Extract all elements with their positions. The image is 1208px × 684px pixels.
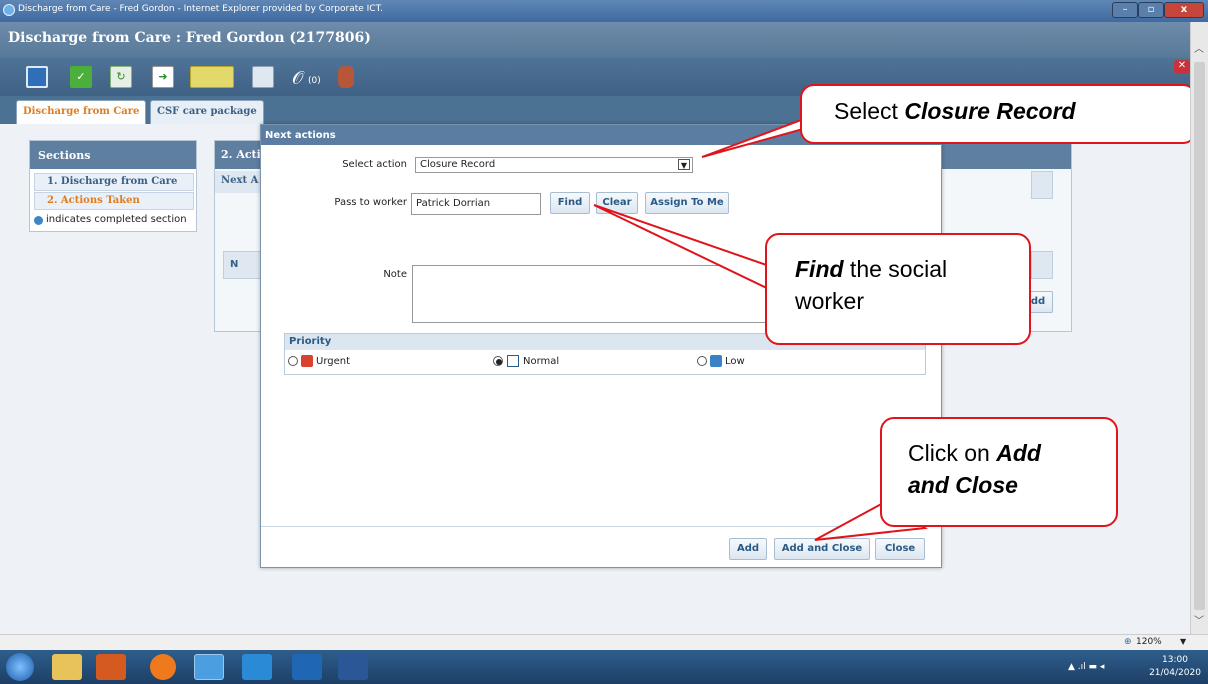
zoom-icon[interactable]: ⊕ — [1124, 637, 1132, 647]
status-bar: ⊕ 120% ▼ — [0, 634, 1208, 650]
find-callout-pointer — [593, 204, 776, 294]
skype-icon[interactable] — [242, 654, 272, 680]
office-icon[interactable] — [96, 654, 126, 680]
callout-find-bold: Find — [795, 256, 844, 282]
scrollbar-thumb[interactable] — [1194, 62, 1205, 610]
outlook-icon[interactable] — [292, 654, 322, 680]
find-social-worker-callout: Find the social worker — [765, 233, 1031, 345]
clock-date: 21/04/2020 — [1149, 668, 1201, 678]
scroll-down-icon[interactable]: ﹀ — [1194, 612, 1204, 627]
callout-select-text: Select — [834, 98, 905, 124]
callout-click-bold-1: Add — [996, 440, 1041, 466]
zoom-level[interactable]: 120% — [1136, 637, 1162, 647]
callout-click-text: Click on — [908, 440, 997, 466]
firefox-icon[interactable] — [150, 654, 176, 680]
internet-explorer-taskbar-icon[interactable] — [194, 654, 224, 680]
word-icon[interactable] — [338, 654, 368, 680]
zoom-dropdown-icon[interactable]: ▼ — [1180, 637, 1186, 646]
taskbar: ▲ .ıl ▬ ◂ 13:00 21/04/2020 — [0, 650, 1208, 684]
scroll-up-icon[interactable]: ︿ — [1194, 40, 1204, 55]
callout-select-bold: Closure Record — [904, 98, 1076, 124]
callout-find-line2: worker — [795, 288, 865, 314]
vertical-scrollbar[interactable]: ︿ ﹀ — [1190, 22, 1208, 634]
callout-find-text: the social — [843, 256, 948, 282]
tray-icons[interactable]: ▲ .ıl ▬ ◂ — [1068, 662, 1104, 672]
callout-click-bold-2: and Close — [908, 472, 1018, 498]
start-button[interactable] — [6, 653, 34, 681]
select-closure-record-callout: Select Closure Record — [800, 84, 1197, 144]
file-explorer-icon[interactable] — [52, 654, 82, 680]
add-and-close-callout: Click on Add and Close — [880, 417, 1118, 527]
clock-time: 13:00 — [1162, 655, 1188, 665]
